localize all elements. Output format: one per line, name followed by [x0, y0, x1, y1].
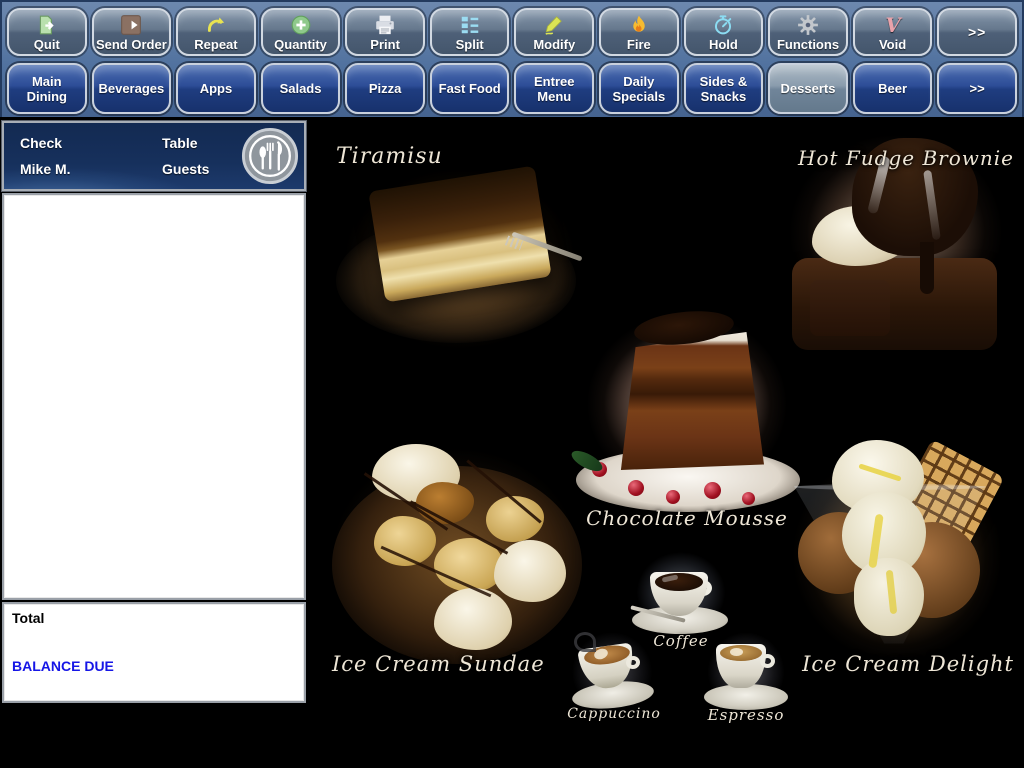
utensils-icon[interactable] [241, 127, 299, 185]
tab-label: Entree Menu [520, 74, 588, 104]
menu-item-label: Cappuccino [566, 706, 662, 722]
check-label: Check [20, 135, 62, 151]
tab-label: Pizza [369, 81, 402, 96]
modify-icon [543, 13, 565, 37]
totals-panel: Total BALANCE DUE [2, 602, 306, 703]
void-icon: V [882, 13, 904, 37]
modify-button[interactable]: Modify [514, 8, 594, 56]
print-icon [374, 13, 396, 37]
fire-label: Fire [627, 37, 651, 52]
server-name: Mike M. [20, 161, 71, 177]
tab-fast-food[interactable]: Fast Food [430, 63, 510, 114]
menu-item-label: Hot Fudge Brownie [798, 146, 1014, 170]
order-list [2, 193, 306, 600]
tab-daily-specials[interactable]: Daily Specials [599, 63, 679, 114]
tab-desserts[interactable]: Desserts [768, 63, 848, 114]
tab-label: Daily Specials [605, 74, 673, 104]
split-button[interactable]: Split [430, 8, 510, 56]
send-order-label: Send Order [96, 37, 167, 52]
balance-due-label: BALANCE DUE [12, 658, 114, 674]
hold-icon [712, 13, 734, 37]
print-button[interactable]: Print [345, 8, 425, 56]
tab-label: Salads [280, 81, 322, 96]
send-order-icon [120, 13, 142, 37]
send-order-button[interactable]: Send Order [92, 8, 172, 56]
tab-label: Apps [200, 81, 233, 96]
functions-label: Functions [777, 37, 839, 52]
guests-label: Guests [162, 161, 209, 177]
tab-label: Desserts [781, 81, 836, 96]
more-actions-button[interactable]: >> [937, 8, 1017, 56]
menu-item-label: Espresso [700, 706, 792, 724]
tab-beverages[interactable]: Beverages [92, 63, 172, 114]
tab-main-dining[interactable]: Main Dining [7, 63, 87, 114]
tab-entree-menu[interactable]: Entree Menu [514, 63, 594, 114]
split-icon [459, 13, 481, 37]
svg-text:V: V [885, 14, 903, 36]
menu-item-ice-cream-sundae[interactable]: Ice Cream Sundae [316, 430, 606, 692]
fire-icon [628, 13, 650, 37]
tab-label: Beverages [98, 81, 164, 96]
functions-icon [797, 13, 819, 37]
tab-beer[interactable]: Beer [853, 63, 933, 114]
tab-salads[interactable]: Salads [261, 63, 341, 114]
tab-label: Main Dining [13, 74, 81, 104]
quantity-label: Quantity [274, 37, 327, 52]
void-button[interactable]: V Void [853, 8, 933, 56]
menu-item-label: Ice Cream Sundae [332, 652, 545, 676]
tab-label: Sides & Snacks [690, 74, 758, 104]
void-label: Void [879, 37, 906, 52]
hold-label: Hold [709, 37, 738, 52]
menu-item-cappuccino[interactable]: Cappuccino [566, 626, 662, 730]
quit-icon [36, 13, 58, 37]
tab-label: Beer [878, 81, 907, 96]
menu-item-espresso[interactable]: Espresso [700, 626, 792, 730]
menu-item-label: Ice Cream Delight [802, 652, 1014, 676]
tab-label: Fast Food [439, 81, 501, 96]
action-toolbar: Quit Send Order Repeat Quantity [4, 8, 1020, 56]
split-label: Split [456, 37, 484, 52]
quantity-icon [290, 13, 312, 37]
quit-label: Quit [34, 37, 60, 52]
repeat-label: Repeat [194, 37, 237, 52]
category-tabbar: Main Dining Beverages Apps Salads Pizza … [4, 63, 1020, 114]
menu-item-label: Tiramisu [336, 144, 443, 169]
total-label: Total [12, 610, 44, 626]
hold-button[interactable]: Hold [684, 8, 764, 56]
quit-button[interactable]: Quit [7, 8, 87, 56]
functions-button[interactable]: Functions [768, 8, 848, 56]
tab-more-categories[interactable]: >> [937, 63, 1017, 114]
modify-label: Modify [533, 37, 575, 52]
tab-sides-snacks[interactable]: Sides & Snacks [684, 63, 764, 114]
table-label: Table [162, 135, 198, 151]
pos-application: Quit Send Order Repeat Quantity [0, 0, 1024, 768]
repeat-button[interactable]: Repeat [176, 8, 256, 56]
check-header[interactable]: Check Table Mike M. Guests [2, 121, 306, 191]
more-actions-label: >> [968, 25, 986, 40]
toolbar-background: Quit Send Order Repeat Quantity [0, 0, 1024, 117]
tab-apps[interactable]: Apps [176, 63, 256, 114]
quantity-button[interactable]: Quantity [261, 8, 341, 56]
repeat-icon [205, 13, 227, 37]
menu-item-ice-cream-delight[interactable]: Ice Cream Delight [780, 430, 1024, 692]
tab-label: >> [970, 81, 985, 96]
menu-canvas: Tiramisu Hot Fudge Brownie [308, 120, 1024, 768]
tab-pizza[interactable]: Pizza [345, 63, 425, 114]
print-label: Print [370, 37, 400, 52]
fire-button[interactable]: Fire [599, 8, 679, 56]
